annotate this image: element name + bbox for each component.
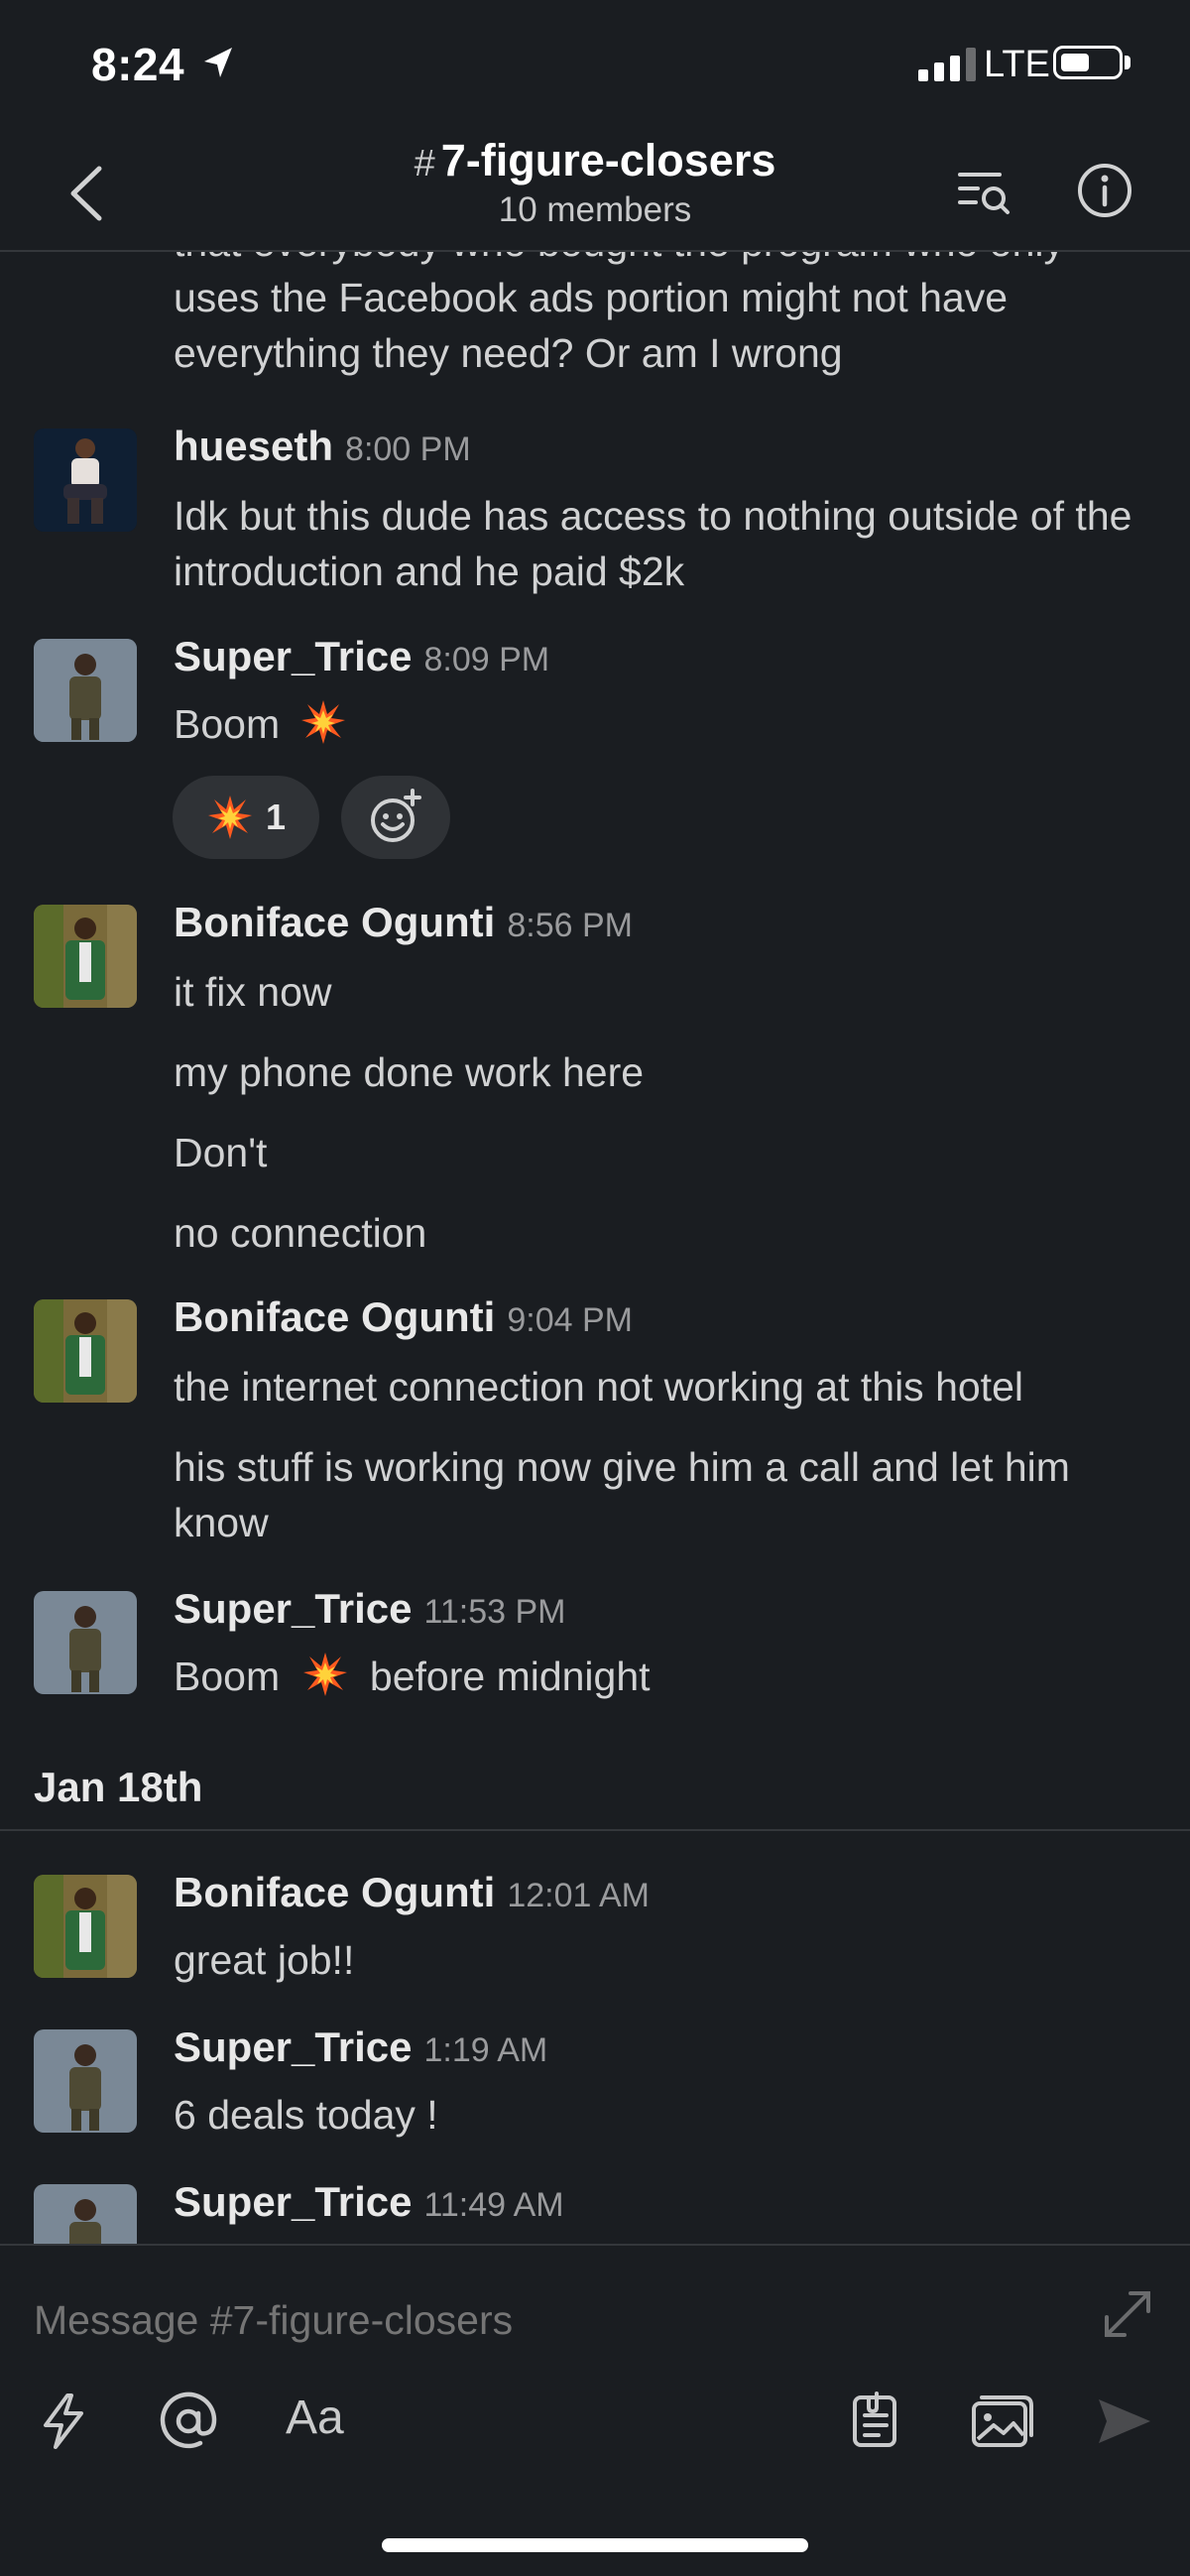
message-input[interactable] [34,2285,1025,2355]
avatar-image [34,1299,137,1403]
author-name[interactable]: Super_Trice [174,1585,412,1632]
message-text: Don't [174,1130,268,1175]
boom-emoji-icon [207,796,252,839]
status-bar: 8:24 LTE [0,0,1190,134]
avatar-image [34,2184,137,2244]
avatar-image [34,429,137,532]
message-text: Idk but this dude has access to nothing … [174,493,1132,594]
avatar-image [34,905,137,1008]
avatar-super-trice[interactable] [34,1591,137,1694]
message-list-lower[interactable]: Boniface Ogunti 9:04 PM the internet conn… [0,1254,1190,2244]
battery-nub [1125,56,1130,69]
reaction-boom[interactable]: 1 [173,776,319,859]
message-text-partial: that everybody who bought the program wh… [174,252,1064,376]
message-time: 1:19 AM [423,2031,548,2069]
date-separator: Jan 18th [34,1764,203,1810]
signal-icon [918,48,976,81]
message-text-before: Boom [174,1654,281,1699]
photo-gallery-icon[interactable] [968,2390,1037,2453]
author-name[interactable]: Super_Trice [174,633,412,679]
channel-header: #7-figure-closers 10 members [0,129,1190,252]
author-name[interactable]: Boniface Ogunti [174,899,495,945]
message-text: Boom [174,696,1165,752]
author-name[interactable]: Boniface Ogunti [174,1293,495,1340]
message-header: Super_Trice 8:09 PM [174,633,1165,680]
message-text: 6 deals today ! [174,2092,438,2138]
mention-icon[interactable] [157,2390,220,2453]
message-text: the internet connection not working at t… [174,1364,1023,1410]
network-label: LTE [984,44,1050,85]
expand-icon[interactable] [1099,2285,1156,2343]
boom-emoji-icon [300,700,345,744]
message-time: 8:00 PM [345,430,471,468]
avatar-image [34,2029,137,2133]
add-reaction-button[interactable] [341,776,450,859]
message-text: no connection [174,1210,427,1254]
format-text-button[interactable]: Aa [286,2391,344,2445]
channel-hash: # [414,143,435,184]
author-name[interactable]: Boniface Ogunti [174,1869,495,1915]
battery-icon [1053,46,1123,79]
attach-file-icon[interactable] [845,2390,908,2453]
send-icon[interactable] [1093,2390,1156,2453]
channel-name: 7-figure-closers [440,135,776,185]
message-header: hueseth 8:00 PM [174,423,1165,470]
avatar-image [34,639,137,742]
search-channel-icon[interactable] [952,159,1015,222]
message-time: 8:56 PM [507,907,633,944]
avatar-boniface-ogunti[interactable] [34,905,137,1008]
location-arrow-icon [204,48,232,77]
avatar-super-trice[interactable] [34,639,137,742]
home-indicator[interactable] [382,2538,808,2552]
message-time: 11:49 AM [423,2186,564,2224]
message-header: Super_Trice 11:53 PM [174,1585,1165,1633]
message-time: 11:53 PM [423,1593,566,1631]
message-list[interactable]: that everybody who bought the program wh… [0,252,1190,1254]
message-text: his stuff is working now give him a call… [174,1444,1070,1545]
avatar-super-trice[interactable] [34,2184,137,2244]
message-header: Boniface Ogunti 9:04 PM [174,1293,1165,1341]
message-text: it fix now [174,969,332,1015]
author-name[interactable]: Super_Trice [174,2178,412,2225]
avatar-boniface-ogunti[interactable] [34,1875,137,1978]
avatar-boniface-ogunti[interactable] [34,1299,137,1403]
avatar-image [34,1591,137,1694]
reaction-count: 1 [265,797,287,837]
status-time: 8:24 [91,39,185,90]
message-header: Super_Trice 11:49 AM [174,2178,1165,2226]
author-name[interactable]: Super_Trice [174,2024,412,2070]
date-divider [0,1829,1190,1831]
avatar-image [34,1875,137,1978]
message-composer: Aa [0,2244,1190,2576]
info-icon[interactable] [1073,159,1136,222]
add-reaction-icon [371,789,421,842]
avatar-super-trice[interactable] [34,2029,137,2133]
message-text-word: Boom [174,701,281,747]
message-text: my phone done work here [174,1049,645,1095]
shortcuts-lightning-icon[interactable] [32,2390,95,2453]
boom-emoji-icon [302,1653,347,1696]
message-text: Boom before midnight [174,1649,1165,1704]
message-text-after: before midnight [369,1654,651,1699]
message-text: great job!! [174,1937,355,1983]
message-header: Boniface Ogunti 12:01 AM [174,1869,1165,1916]
message-time: 8:09 PM [423,641,550,678]
message-header: Boniface Ogunti 8:56 PM [174,899,1165,946]
avatar-hueseth[interactable] [34,429,137,532]
message-time: 12:01 AM [507,1877,650,1914]
author-name[interactable]: hueseth [174,423,333,469]
message-header: Super_Trice 1:19 AM [174,2024,1165,2071]
message-time: 9:04 PM [507,1301,633,1339]
